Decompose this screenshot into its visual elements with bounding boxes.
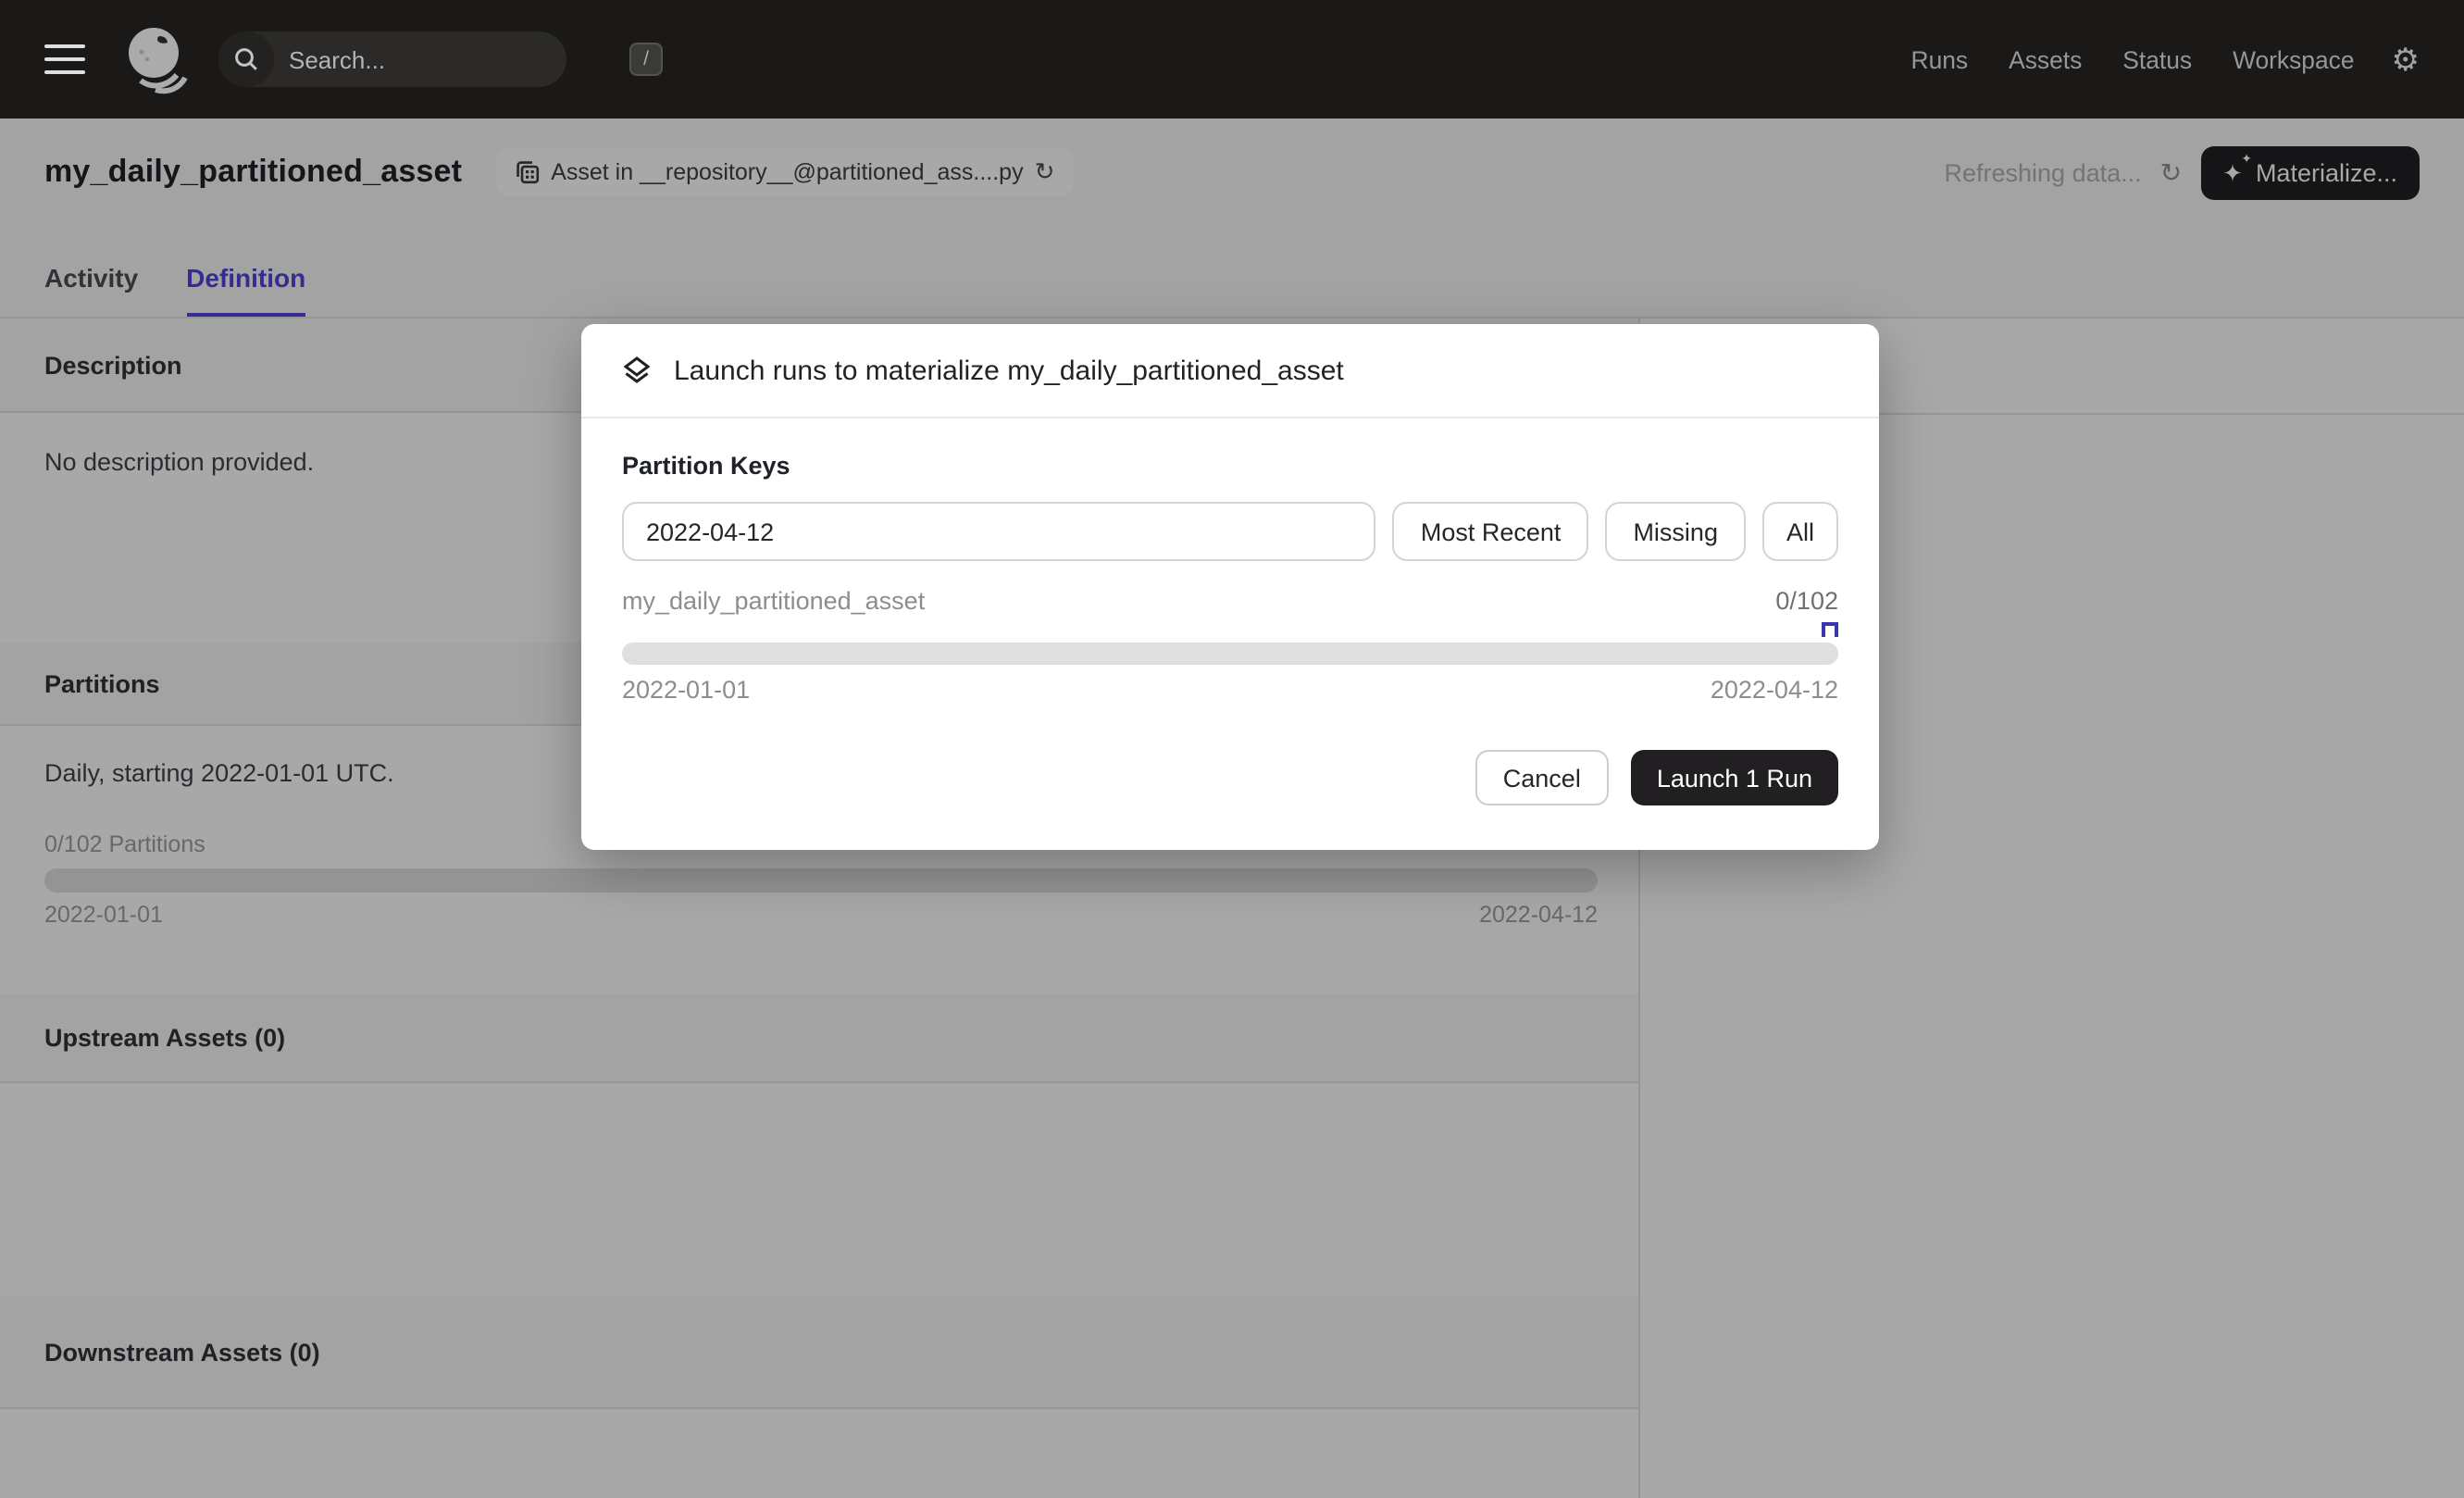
missing-button[interactable]: Missing [1605,502,1746,561]
modal-range-end: 2022-04-12 [1711,676,1838,704]
partition-keys-input[interactable] [622,502,1376,561]
launch-run-button[interactable]: Launch 1 Run [1631,750,1838,805]
modal-partition-count: 0/102 [1775,587,1838,615]
modal-asset-name: my_daily_partitioned_asset [622,587,925,615]
dialog-header: Launch runs to materialize my_daily_part… [581,324,1879,418]
all-button[interactable]: All [1762,502,1838,561]
nav-link-status[interactable]: Status [2122,45,2192,73]
search-input[interactable] [274,45,629,73]
hamburger-menu-icon[interactable] [44,44,85,74]
settings-gear-icon[interactable]: ⚙ [2392,44,2420,75]
dialog-title: Launch runs to materialize my_daily_part… [674,355,1344,386]
cancel-button[interactable]: Cancel [1475,750,1609,805]
nav-links: Runs Assets Status Workspace [1911,45,2355,73]
nav-link-assets[interactable]: Assets [2009,45,2082,73]
partition-keys-label: Partition Keys [622,452,1838,480]
modal-range-start: 2022-01-01 [622,676,750,704]
global-search[interactable]: / [218,31,566,87]
app-window: / Runs Assets Status Workspace ⚙ my_dail… [0,0,2464,1498]
selected-partition-marker [1822,622,1838,637]
top-nav: / Runs Assets Status Workspace ⚙ [0,0,2464,119]
search-icon [218,31,274,87]
modal-partition-bar[interactable] [622,643,1838,665]
most-recent-button[interactable]: Most Recent [1393,502,1589,561]
nav-link-workspace[interactable]: Workspace [2233,45,2354,73]
dagster-logo-icon[interactable] [118,22,193,96]
launch-runs-dialog: Launch runs to materialize my_daily_part… [581,324,1879,850]
search-shortcut-key: / [629,43,663,76]
nav-link-runs[interactable]: Runs [1911,45,1969,73]
materialize-layers-icon [622,356,652,385]
